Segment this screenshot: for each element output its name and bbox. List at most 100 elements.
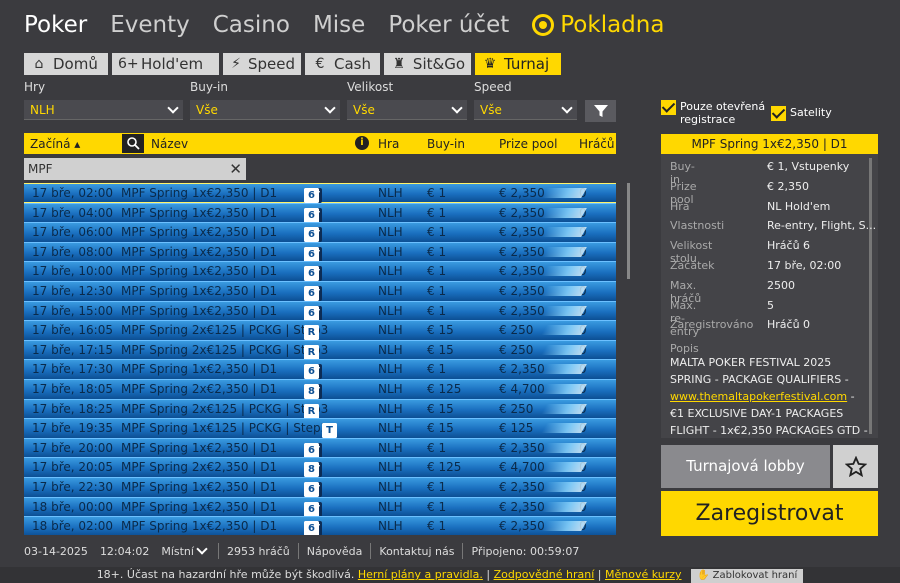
help-link[interactable]: Nápověda [307, 545, 363, 558]
divider [297, 543, 299, 559]
row-buyin: € 125 [427, 460, 462, 475]
row-decoration [541, 423, 587, 434]
nav-missions[interactable]: Mise [313, 12, 365, 38]
contact-link[interactable]: Kontaktuj nás [379, 545, 454, 558]
rules-link[interactable]: Herní plány a pravidla. [358, 568, 483, 581]
table-row[interactable]: 17 bře, 08:00 MPF Spring 1x€2,350 | D1 NLH… [24, 241, 616, 262]
row-start: 17 bře, 12:30 [32, 283, 113, 298]
col-name[interactable]: Název [151, 137, 188, 151]
row-name: MPF Spring 1x€2,350 | D1 [121, 205, 278, 220]
col-buyin[interactable]: Buy-in [427, 137, 465, 151]
funnel-icon [593, 105, 608, 117]
details-scrollbar[interactable] [869, 158, 872, 434]
nav-casino[interactable]: Casino [213, 12, 290, 38]
star-icon [844, 455, 867, 477]
row-decoration [541, 325, 587, 336]
table-row[interactable]: 17 bře, 15:00 MPF Spring 1x€2,350 | D1 NLH… [24, 300, 616, 321]
table-row[interactable]: 17 bře, 02:00 MPF Spring 1x€2,350 | D1 NLH… [24, 183, 616, 203]
search-input[interactable]: MPF ✕ [24, 158, 246, 180]
row-buyin: € 15 [427, 401, 454, 416]
row-decoration [541, 207, 587, 218]
divider [217, 543, 219, 559]
row-buyin: € 1 [427, 479, 447, 494]
table-row[interactable]: 17 bře, 17:30 MPF Spring 1x€2,350 | D1 NLH… [24, 359, 616, 380]
tab-home[interactable]: ⌂ Domů [24, 53, 108, 75]
row-badge: 6 [304, 521, 319, 535]
currency-link[interactable]: Měnové kurzy [605, 568, 682, 581]
table-row[interactable]: 17 bře, 16:05 MPF Spring 2x€125 | PCKG | … [24, 320, 616, 341]
responsible-link[interactable]: Zodpovědné hraní [494, 568, 595, 581]
row-game: NLH [378, 225, 403, 240]
register-button[interactable]: Zaregistrovat [661, 491, 878, 536]
table-row[interactable]: 17 bře, 06:00 MPF Spring 1x€2,350 | D1 NLH… [24, 222, 616, 243]
select-value: Vše [353, 102, 375, 117]
tab-label: Turnaj [504, 55, 550, 73]
col-game[interactable]: Hra [378, 137, 399, 151]
close-icon[interactable]: ✕ [229, 158, 242, 180]
buyin-select[interactable]: Vše [190, 100, 340, 120]
table-row[interactable]: 17 bře, 20:00 MPF Spring 1x€2,350 | D1 NLH… [24, 437, 616, 458]
open-registration-checkbox[interactable]: Pouze otevřená registrace [661, 100, 771, 126]
tab-sitgo[interactable]: ♜ Sit&Go [384, 53, 471, 75]
search-value: MPF [28, 162, 53, 176]
satellites-checkbox[interactable]: Satelity [771, 106, 832, 121]
row-badge: 6 [304, 501, 319, 517]
table-row[interactable]: 17 bře, 22:30 MPF Spring 1x€2,350 | D1 NLH… [24, 476, 616, 497]
games-select[interactable]: NLH [24, 100, 183, 120]
table-row[interactable]: 17 bře, 17:15 MPF Spring 2x€125 | PCKG | … [24, 339, 616, 360]
nav-poker[interactable]: Poker [24, 12, 87, 38]
table-row[interactable]: 18 bře, 00:00 MPF Spring 1x€2,350 | D1 NLH… [24, 496, 616, 517]
timezone-select[interactable]: Místní [161, 542, 208, 558]
speed-select[interactable]: Vše [474, 100, 577, 120]
tab-tournament[interactable]: ♛ Turnaj [475, 53, 561, 75]
col-prize[interactable]: Prize pool [499, 137, 557, 151]
info-icon[interactable]: i [355, 136, 369, 150]
favorite-button[interactable] [833, 445, 878, 488]
table-row[interactable]: 18 bře, 02:00 MPF Spring 1x€2,350 | D1 NLH… [24, 516, 616, 535]
table-row[interactable]: 17 bře, 19:35 MPF Spring 1x€125 | PCKG | … [24, 418, 616, 439]
nav-events[interactable]: Eventy [110, 12, 190, 38]
row-decoration [541, 481, 587, 492]
filter-label: Buy-in [190, 80, 228, 94]
table-row[interactable]: 17 bře, 04:00 MPF Spring 1x€2,350 | D1 NLH… [24, 202, 616, 223]
row-prize: € 4,700 [499, 381, 545, 396]
panel-checkboxes: Pouze otevřená registrace Satelity [661, 100, 881, 130]
select-value: NLH [30, 102, 55, 117]
row-prize: € 250 [499, 323, 534, 338]
row-prize: € 4,700 [499, 460, 545, 475]
detail-key: Zaregistrováno [670, 318, 754, 332]
filter-games: Hry NLH [24, 80, 183, 120]
scrollbar[interactable] [627, 183, 630, 279]
block-play-button[interactable]: ✋ Zablokovat hraní [691, 569, 804, 583]
nav-cashier[interactable]: Pokladna [532, 12, 664, 38]
tab-holdem[interactable]: 6+ Hold'em [112, 53, 219, 75]
row-decoration [541, 266, 587, 277]
status-players: 2953 hráčů [226, 544, 290, 558]
tab-speed[interactable]: ⚡ Speed [223, 53, 301, 75]
festival-link[interactable]: www.themaltapokerfestival.com [670, 390, 847, 403]
nav-account[interactable]: Poker účet [388, 12, 509, 38]
details-title: MPF Spring 1x€2,350 | D1 [661, 134, 878, 154]
row-game: NLH [378, 421, 403, 436]
row-start: 17 bře, 08:00 [32, 244, 113, 259]
table-row[interactable]: 17 bře, 10:00 MPF Spring 1x€2,350 | D1 NLH… [24, 261, 616, 282]
filter-button[interactable] [585, 100, 616, 122]
col-players[interactable]: Hráčů [579, 137, 615, 151]
table-row[interactable]: 17 bře, 12:30 MPF Spring 1x€2,350 | D1 NLH… [24, 280, 616, 301]
tab-label: Speed [247, 55, 295, 73]
lobby-button[interactable]: Turnajová lobby [661, 445, 830, 488]
row-name: MPF Spring 1x€2,350 | D1 [121, 519, 278, 534]
col-starts[interactable]: Začíná ▴ [30, 137, 80, 151]
row-buyin: € 15 [427, 323, 454, 338]
filter-speed: Speed Vše [474, 80, 577, 120]
table-row[interactable]: 17 bře, 20:05 MPF Spring 2x€2,350 | D1 NLH… [24, 457, 616, 478]
table-header: Začíná ▴ Název i Hra Buy-in Prize pool H… [24, 133, 616, 154]
table-row[interactable]: 17 bře, 18:05 MPF Spring 2x€2,350 | D1 NLH… [24, 378, 616, 399]
disclaimer: 18+. Účast na hazardní hře může být škod… [0, 567, 900, 583]
row-buyin: € 15 [427, 342, 454, 357]
table-row[interactable]: 17 bře, 18:25 MPF Spring 2x€125 | PCKG | … [24, 398, 616, 419]
size-select[interactable]: Vše [347, 100, 467, 120]
tab-cash[interactable]: € Cash [305, 53, 380, 75]
search-button[interactable] [122, 134, 144, 153]
row-badge: 6 [304, 285, 319, 301]
